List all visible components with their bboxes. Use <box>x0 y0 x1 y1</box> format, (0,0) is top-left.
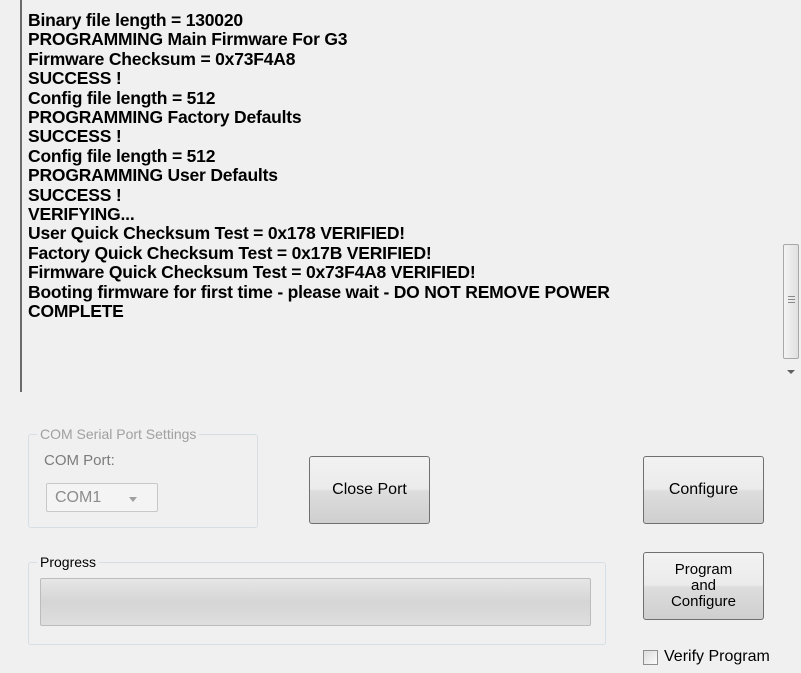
com-settings-title: COM Serial Port Settings <box>37 426 200 442</box>
com-port-select[interactable]: COM1 <box>46 483 158 512</box>
program-label-line2: and <box>690 577 717 594</box>
log-output[interactable]: Binary file length = 130020 PROGRAMMING … <box>20 0 801 392</box>
scroll-down-arrow-icon[interactable] <box>787 370 795 374</box>
scroll-thumb[interactable] <box>783 244 799 359</box>
close-port-button[interactable]: Close Port <box>309 456 430 524</box>
log-scrollbar[interactable] <box>781 0 801 392</box>
grip-line-icon <box>788 299 795 300</box>
configure-button[interactable]: Configure <box>643 456 764 524</box>
verify-program-checkbox[interactable] <box>643 650 658 665</box>
grip-line-icon <box>788 296 795 297</box>
com-port-value: COM1 <box>55 489 102 506</box>
program-and-configure-button[interactable]: Program and Configure <box>643 552 764 620</box>
program-label-line3: Configure <box>670 593 737 610</box>
chevron-down-icon <box>129 497 137 502</box>
progress-title: Progress <box>37 554 100 570</box>
grip-line-icon <box>788 302 795 303</box>
verify-program-label[interactable]: Verify Program <box>664 648 770 666</box>
progress-bar <box>40 578 591 626</box>
com-settings-group: COM Serial Port Settings <box>28 426 258 528</box>
log-text: Binary file length = 130020 PROGRAMMING … <box>28 10 610 322</box>
com-port-label: COM Port: <box>44 452 115 469</box>
program-label-line1: Program <box>674 561 733 578</box>
